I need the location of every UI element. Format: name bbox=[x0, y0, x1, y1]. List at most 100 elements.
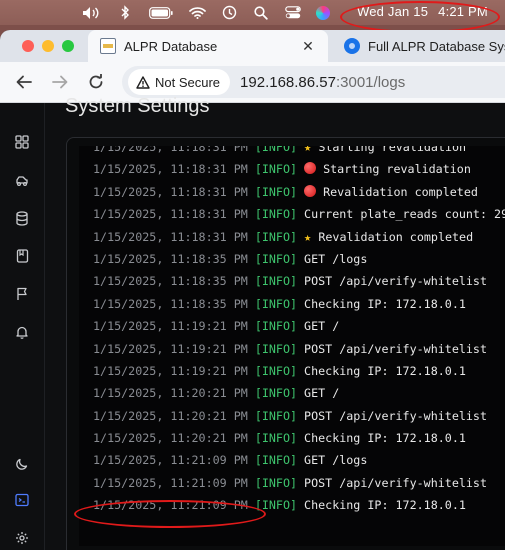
log-timestamp: 1/15/2025, 11:18:31 PM bbox=[93, 229, 248, 244]
red-circle-emoji-icon bbox=[304, 184, 317, 197]
dashboard-icon[interactable] bbox=[13, 133, 31, 151]
tab-alpr-database[interactable]: ALPR Database ✕ bbox=[88, 30, 328, 62]
browser-window: ALPR Database ✕ Full ALPR Database Syste… bbox=[0, 30, 505, 550]
log-message-wrap: Checking IP: 172.18.0.1 bbox=[304, 431, 466, 445]
security-label: Not Secure bbox=[155, 74, 221, 90]
log-line: 1/15/2025, 11:20:21 PM [INFO] Checking IP:… bbox=[93, 427, 505, 449]
spotlight-search-icon[interactable] bbox=[248, 0, 274, 25]
log-timestamp: 1/15/2025, 11:21:09 PM bbox=[93, 498, 248, 513]
clock-date: Wed Jan 15 bbox=[357, 4, 429, 19]
menu-bar-clock[interactable]: Wed Jan 15 4:21 PM bbox=[357, 4, 488, 19]
tab-label: ALPR Database bbox=[124, 38, 218, 54]
theme-moon-icon[interactable] bbox=[13, 455, 31, 473]
address-bar[interactable]: Not Secure 192.168.86.57:3001/logs bbox=[122, 66, 505, 98]
log-line: 1/15/2025, 11:18:35 PM [INFO] POST /api/ve… bbox=[93, 270, 505, 292]
star-emoji-icon: ★ bbox=[304, 146, 312, 154]
window-close-button[interactable] bbox=[22, 40, 34, 52]
log-line: 1/15/2025, 11:21:09 PM [INFO] POST /api/ve… bbox=[93, 472, 505, 494]
log-level: [INFO] bbox=[254, 431, 298, 446]
log-message: POST /api/verify-whitelist bbox=[304, 341, 487, 356]
car-icon[interactable] bbox=[13, 172, 31, 190]
log-viewer[interactable]: 1/15/2025, 11:18:31 PM [INFO] ★ Starting r… bbox=[79, 146, 505, 546]
clock-time: 4:21 PM bbox=[438, 4, 488, 19]
tab-full-alpr-database[interactable]: Full ALPR Database Syste bbox=[332, 30, 505, 62]
url-text[interactable]: 192.168.86.57:3001/logs bbox=[240, 74, 405, 91]
bluetooth-icon[interactable] bbox=[112, 0, 138, 25]
log-message: Checking IP: 172.18.0.1 bbox=[304, 498, 466, 513]
star-emoji-icon: ★ bbox=[304, 229, 312, 244]
log-level: [INFO] bbox=[254, 408, 298, 423]
reload-icon[interactable] bbox=[86, 72, 106, 92]
back-arrow-icon[interactable] bbox=[14, 72, 34, 92]
tab-close-icon[interactable]: ✕ bbox=[300, 38, 316, 54]
siri-icon[interactable] bbox=[310, 0, 336, 25]
notebook-icon[interactable] bbox=[13, 247, 31, 265]
database-icon[interactable] bbox=[13, 209, 31, 227]
log-message-wrap: ★ Revalidation completed bbox=[304, 230, 473, 244]
log-message-wrap: Current plate_reads count: 2940 bbox=[304, 207, 505, 221]
log-message: GET /logs bbox=[304, 453, 368, 468]
warning-triangle-icon bbox=[136, 75, 150, 89]
log-level: [INFO] bbox=[254, 363, 298, 378]
alpr-favicon-icon bbox=[100, 38, 116, 54]
log-timestamp: 1/15/2025, 11:19:21 PM bbox=[93, 363, 248, 378]
wifi-icon[interactable] bbox=[184, 0, 210, 25]
flag-icon[interactable] bbox=[13, 285, 31, 303]
log-message: GET / bbox=[304, 319, 340, 334]
control-center-icon[interactable] bbox=[280, 0, 306, 25]
log-message-wrap: Revalidation completed bbox=[304, 184, 478, 199]
log-message: Revalidation completed bbox=[323, 184, 478, 199]
window-minimize-button[interactable] bbox=[42, 40, 54, 52]
log-message: Checking IP: 172.18.0.1 bbox=[304, 296, 466, 311]
app-sidebar bbox=[0, 103, 45, 550]
log-line: 1/15/2025, 11:18:31 PM [INFO] ★ Revalidati… bbox=[93, 226, 505, 248]
log-level: [INFO] bbox=[254, 296, 298, 311]
settings-gear-icon[interactable] bbox=[13, 529, 31, 547]
terminal-icon[interactable] bbox=[13, 491, 31, 509]
window-zoom-button[interactable] bbox=[62, 40, 74, 52]
log-level: [INFO] bbox=[254, 162, 298, 177]
log-timestamp: 1/15/2025, 11:20:21 PM bbox=[93, 431, 248, 446]
log-line: 1/15/2025, 11:19:21 PM [INFO] GET / bbox=[93, 315, 505, 337]
log-message-wrap: POST /api/verify-whitelist bbox=[304, 409, 487, 423]
log-timestamp: 1/15/2025, 11:18:31 PM bbox=[93, 146, 248, 154]
log-message: POST /api/verify-whitelist bbox=[304, 408, 487, 423]
log-timestamp: 1/15/2025, 11:18:31 PM bbox=[93, 207, 248, 222]
log-line: 1/15/2025, 11:18:31 PM [INFO] Starting re… bbox=[93, 158, 505, 180]
log-level: [INFO] bbox=[254, 184, 298, 199]
log-message-wrap: GET /logs bbox=[304, 453, 367, 467]
macos-menu-bar: Wed Jan 15 4:21 PM bbox=[0, 0, 505, 25]
forward-arrow-icon[interactable] bbox=[50, 72, 70, 92]
log-message: Starting revalidation bbox=[318, 146, 467, 154]
not-secure-chip[interactable]: Not Secure bbox=[128, 69, 231, 95]
volume-icon[interactable] bbox=[78, 0, 104, 25]
log-message-wrap: GET / bbox=[304, 319, 339, 333]
log-level: [INFO] bbox=[254, 386, 298, 401]
logs-card: 1/15/2025, 11:18:31 PM [INFO] ★ Starting r… bbox=[66, 137, 505, 550]
tab-label: Full ALPR Database Syste bbox=[368, 38, 505, 54]
log-line: 1/15/2025, 11:21:09 PM [INFO] GET /logs bbox=[93, 449, 505, 471]
log-line: 1/15/2025, 11:18:31 PM [INFO] Revalidatio… bbox=[93, 181, 505, 203]
log-message-wrap: ★ Starting revalidation bbox=[304, 146, 466, 154]
time-machine-icon[interactable] bbox=[216, 0, 242, 25]
log-message: POST /api/verify-whitelist bbox=[304, 475, 487, 490]
log-message-wrap: GET / bbox=[304, 386, 339, 400]
log-line: 1/15/2025, 11:18:31 PM [INFO] Current plat… bbox=[93, 203, 505, 225]
log-line: 1/15/2025, 11:19:21 PM [INFO] POST /api/ve… bbox=[93, 338, 505, 360]
log-level: [INFO] bbox=[254, 274, 298, 289]
bell-icon[interactable] bbox=[13, 323, 31, 341]
log-message-wrap: POST /api/verify-whitelist bbox=[304, 342, 487, 356]
log-line: 1/15/2025, 11:19:21 PM [INFO] Checking IP:… bbox=[93, 360, 505, 382]
log-timestamp: 1/15/2025, 11:18:35 PM bbox=[93, 296, 248, 311]
log-message-wrap: Checking IP: 172.18.0.1 bbox=[304, 498, 466, 512]
log-level: [INFO] bbox=[254, 229, 298, 244]
log-lines: 1/15/2025, 11:18:31 PM [INFO] ★ Starting r… bbox=[93, 146, 505, 517]
log-timestamp: 1/15/2025, 11:21:09 PM bbox=[93, 475, 248, 490]
page-title: System Settings bbox=[65, 95, 210, 117]
log-timestamp: 1/15/2025, 11:21:09 PM bbox=[93, 453, 248, 468]
log-timestamp: 1/15/2025, 11:19:21 PM bbox=[93, 319, 248, 334]
red-circle-emoji-icon bbox=[304, 162, 317, 175]
battery-icon[interactable] bbox=[148, 0, 174, 25]
log-level: [INFO] bbox=[254, 146, 298, 154]
log-line: 1/15/2025, 11:18:31 PM [INFO] ★ Starting r… bbox=[93, 146, 505, 158]
